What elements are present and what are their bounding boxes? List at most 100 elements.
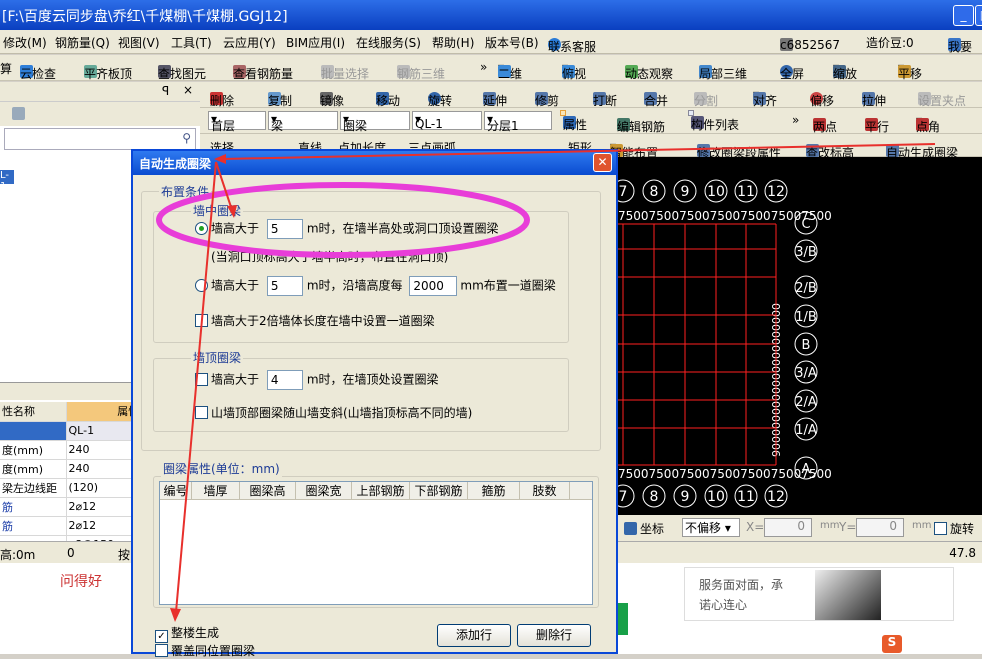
move-label: 移动 xyxy=(376,94,401,108)
checkbox-double-length[interactable] xyxy=(195,314,208,327)
axis-label: 3/A xyxy=(795,366,817,381)
point-angle-label: 点角 xyxy=(916,120,941,134)
r2-height-input[interactable]: 5 xyxy=(266,276,303,296)
checkbox-cover[interactable] xyxy=(155,644,168,657)
floor-select[interactable]: 首层 ▾ xyxy=(208,111,266,133)
prop-col-name: 性名称 xyxy=(0,402,67,422)
properties-button[interactable]: 属性 xyxy=(560,110,587,132)
type-select[interactable]: 梁 ▾ xyxy=(268,111,338,133)
component-select[interactable]: QL-1 ▾ xyxy=(412,111,482,131)
maximize-button[interactable]: □ xyxy=(975,5,982,26)
menu-view[interactable]: 视图(V) xyxy=(118,34,160,51)
prop-name xyxy=(0,421,67,441)
subtype-select[interactable]: 圈梁 ▾ xyxy=(340,111,410,133)
view-2d-label: 二维 xyxy=(498,67,523,81)
orbit-label: 动态观察 xyxy=(625,67,674,81)
break-label: 打断 xyxy=(593,94,618,108)
align-dropdown[interactable]: 对齐 ▾ xyxy=(753,87,777,108)
bottom-dimension: 7500750075007500750075007500 xyxy=(618,467,832,481)
component-value: QL-1 xyxy=(415,117,443,131)
close-icon[interactable]: × xyxy=(183,83,193,97)
col-number[interactable]: 编号 xyxy=(160,482,192,499)
col-top-rebar[interactable]: 上部钢筋 xyxy=(352,482,410,499)
pan-dropdown[interactable]: 平移 ▾ xyxy=(898,60,922,81)
menu-bim[interactable]: BIM应用(I) xyxy=(286,34,345,51)
flush-slab-label: 平齐板顶 xyxy=(84,67,133,81)
menu-cloud[interactable]: 云应用(Y) xyxy=(223,34,276,51)
sogou-icon[interactable]: S xyxy=(882,635,902,653)
r1-height-input[interactable]: 5 xyxy=(266,219,303,239)
local-3d-label: 局部三维 xyxy=(699,67,748,81)
tree-search-input[interactable]: ⚲ xyxy=(4,128,196,150)
ad-banner[interactable]: 服务面对面，承 诺心连心 xyxy=(684,567,954,621)
col-legs[interactable]: 肢数 xyxy=(520,482,570,499)
option-gable-slope[interactable]: 山墙顶部圈梁随山墙变斜(山墙指顶标高不同的墙) xyxy=(195,404,472,421)
axis-label: 9 xyxy=(681,489,690,505)
beam-grid xyxy=(618,223,777,466)
menu-modify[interactable]: 修改(M) xyxy=(3,34,47,51)
radio-half-height[interactable] xyxy=(195,221,208,235)
col-beam-width[interactable]: 圈梁宽 xyxy=(296,482,352,499)
drawing-canvas[interactable]: 7 8 9 10 11 12 7 8 9 10 11 12 7500750075… xyxy=(611,157,982,515)
option-cover[interactable]: 覆盖同位置圈梁 xyxy=(155,642,255,659)
y-input[interactable]: 0 xyxy=(856,518,904,537)
top-view-label: 俯视 xyxy=(562,67,587,81)
calc-button[interactable]: 算 xyxy=(0,60,12,77)
left-panel-header: ꟼ × xyxy=(0,82,200,102)
subtype-value: 圈梁 xyxy=(343,119,368,133)
minimize-button[interactable]: _ xyxy=(953,5,974,26)
dialog-close-button[interactable]: ✕ xyxy=(593,153,612,172)
delete-row-button[interactable]: 删除行 xyxy=(517,624,591,647)
menu-online[interactable]: 在线服务(S) xyxy=(356,34,421,51)
mirror-label: 镜像 xyxy=(320,94,345,108)
c2-post-label: m时，在墙顶处设置圈梁 xyxy=(306,372,439,387)
axis-label: A xyxy=(802,462,811,477)
menu-rebar-qty[interactable]: 钢筋量(Q) xyxy=(55,34,110,51)
c2-height-input[interactable]: 4 xyxy=(266,370,303,390)
menu-help[interactable]: 帮助(H) xyxy=(432,34,474,51)
menu-version[interactable]: 版本号(B) xyxy=(485,34,539,51)
offset-value: 不偏移 xyxy=(685,521,722,535)
zoom-dropdown[interactable]: 缩放 ▾ xyxy=(833,60,857,81)
x-input[interactable]: 0 xyxy=(764,518,812,537)
layer-select[interactable]: 分层1 ▾ xyxy=(484,111,552,133)
search-icon[interactable]: ⚲ xyxy=(182,131,191,145)
col-wall-thickness[interactable]: 墙厚 xyxy=(192,482,240,499)
col-bottom-rebar[interactable]: 下部钢筋 xyxy=(410,482,468,499)
coordinate-button[interactable]: 坐标 xyxy=(624,520,664,537)
prop-name: 梁左边线距 xyxy=(0,478,67,498)
radio-every-height[interactable] xyxy=(195,278,208,292)
overflow-chevron-icon[interactable]: » xyxy=(792,113,799,127)
col-beam-height[interactable]: 圈梁高 xyxy=(240,482,296,499)
pin-icon[interactable]: ꟼ xyxy=(162,84,169,98)
overflow-chevron-icon[interactable]: » xyxy=(480,60,487,74)
view-2d-dropdown[interactable]: 二维 ▾ xyxy=(498,60,522,81)
offset-select[interactable]: 不偏移 ▾ xyxy=(682,518,740,537)
copy-label: 复制 xyxy=(268,94,293,108)
component-list-button[interactable]: 构件列表 xyxy=(688,110,739,132)
ask-label[interactable]: 问得好 xyxy=(60,571,102,591)
tree-item-selected[interactable]: L-1 xyxy=(0,170,14,192)
copy-icon[interactable] xyxy=(12,107,25,120)
r2-spacing-input[interactable]: 2000 xyxy=(409,276,458,296)
add-row-button[interactable]: 添加行 xyxy=(437,624,511,647)
axis-label: 10 xyxy=(707,184,725,200)
split-label: 分割 xyxy=(694,94,719,108)
menu-tools[interactable]: 工具(T) xyxy=(171,34,212,51)
option-double-length[interactable]: 墙高大于2倍墙体长度在墙中设置一道圈梁 xyxy=(195,312,435,329)
col-stirrup[interactable]: 箍筋 xyxy=(468,482,520,499)
option-whole-building[interactable]: ✓ 整楼生成 xyxy=(155,624,219,643)
c2-pre-label: 墙高大于 xyxy=(211,372,260,387)
axis-label: C xyxy=(801,217,810,232)
axis-label: 11 xyxy=(737,489,755,505)
extra-label: 我要 xyxy=(948,40,973,54)
checkbox-wall-top[interactable] xyxy=(195,372,208,386)
point-angle-dropdown[interactable]: 点角 ▾ xyxy=(916,113,940,134)
rotate-checkbox[interactable]: 旋转 xyxy=(934,520,974,537)
align-label: 对齐 xyxy=(753,94,778,108)
beam-props-table[interactable]: 编号 墙厚 圈梁高 圈梁宽 上部钢筋 下部钢筋 箍筋 肢数 xyxy=(159,481,593,605)
axis-label: 3/B xyxy=(795,245,817,260)
checkbox-gable-slope[interactable] xyxy=(195,406,208,419)
top-view-dropdown[interactable]: 俯视 ▾ xyxy=(562,60,586,81)
ad-photo xyxy=(815,570,881,620)
